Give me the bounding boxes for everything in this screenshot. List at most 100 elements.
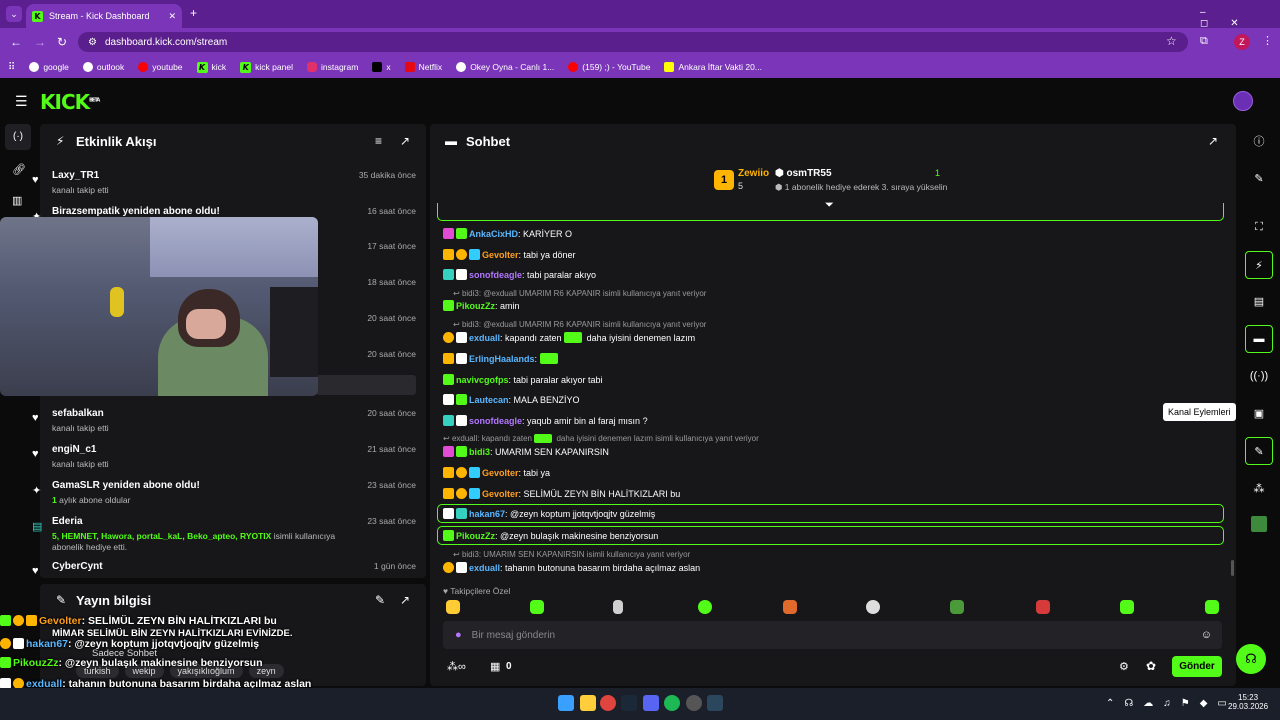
chat-message: Gevolter: tabi ya (443, 467, 550, 478)
overlay-line: Gevolter: SELİMÜL ZEYN BİN HALİTKIZLARI … (0, 615, 277, 627)
heart-icon: ♥ (32, 412, 39, 424)
emote-icon[interactable] (950, 600, 964, 614)
filter-icon[interactable]: ≡ (375, 134, 382, 148)
bookmark-kick-panel[interactable]: Kkick panel (240, 61, 293, 73)
bookmark-instagram[interactable]: instagram (306, 62, 358, 72)
steam-icon[interactable] (707, 695, 723, 711)
badge-icon (456, 332, 467, 343)
edit-icon[interactable]: ✎ (375, 593, 385, 607)
emote-icon[interactable] (446, 600, 460, 614)
chat-scrollbar[interactable] (1231, 560, 1234, 576)
file-explorer-icon[interactable] (580, 695, 596, 711)
points-icon[interactable]: ⁂∞ (447, 660, 466, 673)
pen-icon[interactable]: ✎ (1245, 164, 1273, 192)
lightning-icon[interactable]: ⚡︎ (1245, 251, 1273, 279)
bookmark-youtube[interactable]: youtube (138, 62, 183, 72)
chrome-icon[interactable] (600, 695, 616, 711)
spotify-icon[interactable] (664, 695, 680, 711)
leader-user1[interactable]: Zewiio (738, 168, 769, 179)
stream-nav-icon[interactable]: (·) (5, 124, 31, 150)
kick-logo[interactable]: KICKBETA (40, 90, 100, 114)
address-bar[interactable]: ⚙ dashboard.kick.com/stream (78, 32, 1188, 52)
popout-icon[interactable]: ↗ (400, 593, 410, 607)
forward-icon[interactable]: → (34, 35, 46, 49)
app-icon[interactable] (686, 695, 702, 711)
drops-icon[interactable]: ⁂ (1245, 474, 1273, 502)
taskbar (0, 688, 1280, 720)
leader-user1-count: 5 (738, 181, 744, 191)
bookmark-iftar[interactable]: Ankara İftar Vakti 20... (664, 62, 762, 72)
browser-tab[interactable]: K Stream - Kick Dashboard ✕ (26, 4, 182, 28)
emote-icon[interactable] (1205, 600, 1219, 614)
reload-icon[interactable]: ↻ (57, 35, 67, 49)
chat-message: sonofdeagle: yaqub amir bin al faraj mıs… (443, 415, 648, 426)
clock[interactable]: 15:23 29.03.2026 (1228, 693, 1268, 711)
emote-icon[interactable] (866, 600, 880, 614)
discord-icon[interactable] (643, 695, 659, 711)
site-info-icon[interactable]: ⚙ (88, 37, 97, 48)
badge-icon (456, 353, 467, 364)
badge-icon (456, 228, 467, 239)
apps-icon[interactable]: ⠿ (8, 62, 15, 73)
bookmark-netflix[interactable]: Netflix (404, 62, 442, 72)
menu-icon[interactable]: ⋮ (1262, 34, 1273, 47)
mic-icon[interactable]: ● (455, 629, 462, 641)
activity-item: ✦Birazsempatik yeniden abone oldu!16 saa… (32, 206, 416, 223)
chat-input[interactable]: ● Bir mesaj gönderin ☺ (443, 621, 1222, 649)
extensions-icon[interactable]: ⧉ (1200, 35, 1208, 48)
user-avatar[interactable] (1233, 91, 1253, 111)
broadcast-icon[interactable]: ((·)) (1245, 362, 1273, 390)
emote-icon[interactable] (698, 600, 712, 614)
chat-message: PikouzZz: amin (443, 300, 520, 311)
leader-user2[interactable]: ⬢ osmTR55 (775, 168, 832, 179)
emote-icon (564, 332, 583, 343)
link-icon[interactable]: 🔗︎ (12, 163, 26, 176)
profile-avatar[interactable]: Z (1234, 34, 1250, 50)
steam-icon[interactable] (621, 695, 637, 711)
channel-actions-icon[interactable]: ▣ (1245, 399, 1273, 427)
channel-actions-tooltip: Kanal Eylemleri (1163, 403, 1236, 421)
bookmark-google[interactable]: google (29, 62, 69, 72)
emote-icon[interactable] (1036, 600, 1050, 614)
popout-icon[interactable]: ↗ (1208, 134, 1218, 148)
extension-icon[interactable] (1245, 510, 1273, 538)
wrench-icon[interactable]: ✎ (1245, 437, 1273, 465)
bookmark-outlook[interactable]: outlook (82, 62, 124, 72)
webcam-preview[interactable] (0, 217, 318, 396)
system-tray-icons[interactable]: ⌃☊☁♫⚑◆▭ (1106, 698, 1237, 709)
emote-icon[interactable] (613, 600, 623, 614)
popout-icon[interactable]: ↗ (400, 134, 410, 148)
tab-search-icon[interactable]: ⌄ (6, 6, 22, 22)
chat-icon[interactable]: ▬ (1245, 325, 1273, 353)
new-tab-icon[interactable]: + (190, 6, 197, 20)
chat-message: exduall: tahanın butonuna basarım birdah… (443, 562, 700, 573)
bookmark-okey[interactable]: Okey Oyna - Canlı 1... (456, 62, 554, 72)
settings-icon[interactable]: ⚙ (1119, 660, 1129, 673)
support-icon[interactable]: ☊ (1236, 644, 1266, 674)
heart-icon: ♥ (32, 565, 39, 577)
bookmark-x[interactable]: x (372, 62, 391, 72)
badge-icon (13, 638, 24, 649)
hamburger-icon[interactable]: ☰ (15, 93, 28, 110)
info-icon[interactable]: ⓘ (1245, 127, 1273, 155)
points-value: 0 (506, 661, 512, 672)
send-button[interactable]: Gönder (1172, 656, 1222, 677)
window-controls[interactable]: –◻✕ (1200, 7, 1280, 29)
store-icon[interactable]: ▦ (490, 660, 500, 673)
back-icon[interactable]: ← (10, 35, 22, 49)
bookmark-kick[interactable]: Kkick (196, 61, 226, 73)
emote-icon[interactable] (783, 600, 797, 614)
windows-start-icon[interactable] (558, 695, 574, 711)
bookmark-star-icon[interactable]: ☆ (1166, 34, 1177, 48)
badge-icon (456, 508, 467, 519)
emote-menu-icon[interactable]: ✿ (1146, 659, 1156, 673)
fullscreen-icon[interactable]: ⛶ (1245, 213, 1273, 241)
document-icon[interactable]: ▤ (1245, 287, 1273, 315)
netflix-icon (404, 62, 415, 72)
analytics-icon[interactable]: ▥ (12, 194, 22, 207)
close-tab-icon[interactable]: ✕ (168, 11, 176, 22)
emote-icon[interactable] (530, 600, 544, 614)
emote-icon[interactable] (1120, 600, 1134, 614)
bookmark-youtube-2[interactable]: (159) ;) - YouTube (568, 62, 650, 72)
emoji-icon[interactable]: ☺ (1201, 629, 1212, 641)
